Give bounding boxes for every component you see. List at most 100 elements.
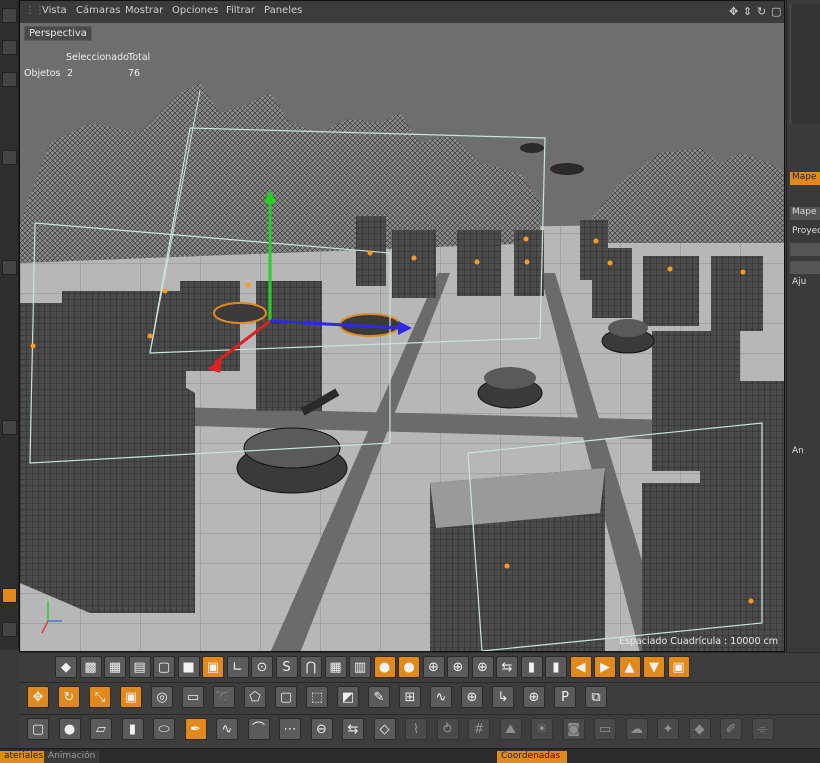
light-button[interactable]: ☀ bbox=[531, 718, 553, 740]
split-button[interactable]: ▮ bbox=[545, 656, 567, 678]
spline-button[interactable]: ∿ bbox=[216, 718, 238, 740]
building[interactable] bbox=[392, 230, 436, 298]
left-strip-button[interactable] bbox=[2, 40, 17, 55]
symmetry-button[interactable]: ⇆ bbox=[496, 656, 518, 678]
tab-mapeado-2[interactable]: Mape bbox=[790, 207, 820, 220]
plane-button[interactable]: ▱ bbox=[90, 718, 112, 740]
deformer-button[interactable]: ◇ bbox=[373, 718, 396, 740]
tab-coordenadas[interactable]: Coordenadas bbox=[497, 751, 567, 763]
angle-button[interactable]: ∟ bbox=[226, 656, 249, 678]
cube-button[interactable]: ▢ bbox=[27, 718, 49, 740]
building[interactable] bbox=[62, 291, 122, 381]
polygons-button[interactable]: ▩ bbox=[79, 656, 102, 678]
move-view-icon[interactable]: ✥ bbox=[729, 5, 738, 18]
world-button[interactable]: ⊕ bbox=[523, 686, 545, 708]
ufo[interactable] bbox=[550, 163, 584, 175]
viewport[interactable]: ⋮⋮ Vista Cámaras Mostrar Opciones Filtra… bbox=[19, 0, 785, 652]
rotate-view-icon[interactable]: ↻ bbox=[757, 5, 766, 18]
globe-button[interactable]: ⊕ bbox=[471, 656, 494, 678]
snap-s-button[interactable]: S bbox=[275, 656, 298, 678]
materials-button[interactable]: ◆ bbox=[55, 656, 77, 678]
tag-button[interactable]: ◆ bbox=[688, 718, 711, 740]
live-select-button[interactable]: ◎ bbox=[151, 686, 173, 708]
cube-button[interactable]: ▢ bbox=[275, 686, 297, 708]
building[interactable] bbox=[700, 381, 785, 491]
building[interactable] bbox=[256, 281, 322, 411]
3d-scene[interactable] bbox=[20, 23, 785, 652]
cube-button[interactable]: ▢ bbox=[153, 656, 175, 678]
texture-button[interactable]: ▦ bbox=[324, 656, 347, 678]
arrow-down-button[interactable]: ▼ bbox=[643, 656, 665, 678]
snap-magnet-button[interactable]: ⋂ bbox=[300, 656, 322, 678]
building[interactable] bbox=[642, 483, 785, 652]
menu-vista[interactable]: Vista bbox=[42, 5, 67, 16]
scale-button[interactable]: ⤡ bbox=[89, 686, 111, 708]
boole-button[interactable]: ⊖ bbox=[310, 718, 333, 740]
move-button[interactable]: ✥ bbox=[27, 686, 49, 708]
cube-orange-button[interactable]: ▣ bbox=[667, 656, 690, 678]
array-button[interactable]: ⋯ bbox=[279, 718, 301, 740]
split-button[interactable]: ▮ bbox=[520, 656, 543, 678]
bridge-button[interactable]: ⊞ bbox=[399, 686, 421, 708]
bend-button[interactable]: ⌇ bbox=[405, 718, 427, 740]
vertical-arrows-icon[interactable]: ⇕ bbox=[743, 5, 752, 18]
rect-select-button[interactable]: ▭ bbox=[182, 686, 204, 708]
building[interactable] bbox=[20, 363, 195, 613]
object-manager-strip[interactable] bbox=[790, 4, 820, 124]
globe-button[interactable]: ⊕ bbox=[422, 656, 445, 678]
effector-button[interactable]: ✦ bbox=[657, 718, 679, 740]
disc-button[interactable]: ⬭ bbox=[153, 718, 175, 740]
menu-filtrar[interactable]: Filtrar bbox=[226, 5, 255, 16]
axis-button[interactable]: ↳ bbox=[492, 686, 514, 708]
lattice-button[interactable]: # bbox=[468, 718, 490, 740]
scale-box-button[interactable]: ▣ bbox=[120, 686, 142, 708]
extrude-button[interactable]: ⬚ bbox=[306, 686, 328, 708]
left-strip-button[interactable] bbox=[2, 420, 17, 435]
nurbs-button[interactable]: ⌒ bbox=[247, 718, 270, 740]
cube-orange-button[interactable]: ▣ bbox=[202, 656, 224, 678]
selected-vehicle[interactable] bbox=[213, 302, 267, 324]
left-strip-button-active[interactable] bbox=[2, 588, 17, 603]
camera-button[interactable]: ◙ bbox=[562, 718, 585, 740]
left-strip-button[interactable] bbox=[2, 622, 17, 637]
building[interactable] bbox=[180, 281, 240, 371]
snap-button[interactable]: ⧉ bbox=[585, 686, 607, 708]
paint-button[interactable]: ✐ bbox=[720, 718, 742, 740]
globe-button[interactable]: ⊕ bbox=[447, 656, 469, 678]
left-strip-button[interactable] bbox=[2, 150, 17, 165]
box-button[interactable]: ■ bbox=[177, 656, 200, 678]
bevel-button[interactable]: ◩ bbox=[337, 686, 359, 708]
landscape-button[interactable]: ⛰ bbox=[499, 718, 522, 740]
rotate-button[interactable]: ↻ bbox=[58, 686, 80, 708]
arrow-right-button[interactable]: ▶ bbox=[594, 656, 616, 678]
edges-button[interactable]: ▤ bbox=[128, 656, 151, 678]
sphere-orange-button[interactable]: ● bbox=[398, 656, 420, 678]
arrow-left-button[interactable]: ◀ bbox=[569, 656, 592, 678]
brush-button[interactable]: ⌯ bbox=[751, 718, 774, 740]
maximize-icon[interactable]: ▢ bbox=[771, 5, 781, 18]
spline-button[interactable]: ∿ bbox=[430, 686, 452, 708]
cylinder-button[interactable]: ▮ bbox=[121, 718, 144, 740]
tab-animacion[interactable]: Animación bbox=[44, 751, 100, 763]
menu-camaras[interactable]: Cámaras bbox=[76, 5, 120, 16]
tab-mapeado[interactable]: Mape bbox=[790, 172, 820, 185]
sky-button[interactable]: ☁ bbox=[625, 718, 648, 740]
ufo[interactable] bbox=[520, 143, 544, 153]
left-strip-button[interactable] bbox=[2, 260, 17, 275]
floor-button[interactable]: ▭ bbox=[594, 718, 616, 740]
menu-mostrar[interactable]: Mostrar bbox=[125, 5, 163, 16]
field-button[interactable] bbox=[790, 261, 820, 274]
left-strip-button[interactable] bbox=[2, 72, 17, 87]
left-strip-button[interactable] bbox=[2, 8, 17, 23]
viewport-camera-label[interactable]: Perspectiva bbox=[24, 26, 92, 41]
arrow-up-button[interactable]: ▲ bbox=[618, 656, 641, 678]
sphere-button[interactable]: ● bbox=[58, 718, 81, 740]
checker-button[interactable]: ▦ bbox=[104, 656, 126, 678]
menu-opciones[interactable]: Opciones bbox=[172, 5, 218, 16]
field-button[interactable] bbox=[790, 243, 820, 256]
menu-paneles[interactable]: Paneles bbox=[264, 5, 302, 16]
building[interactable] bbox=[643, 256, 699, 326]
lasso-select-button[interactable]: ➰ bbox=[213, 686, 235, 708]
weld-button[interactable]: ⊕ bbox=[461, 686, 483, 708]
sphere-orange-button[interactable]: ● bbox=[373, 656, 396, 678]
